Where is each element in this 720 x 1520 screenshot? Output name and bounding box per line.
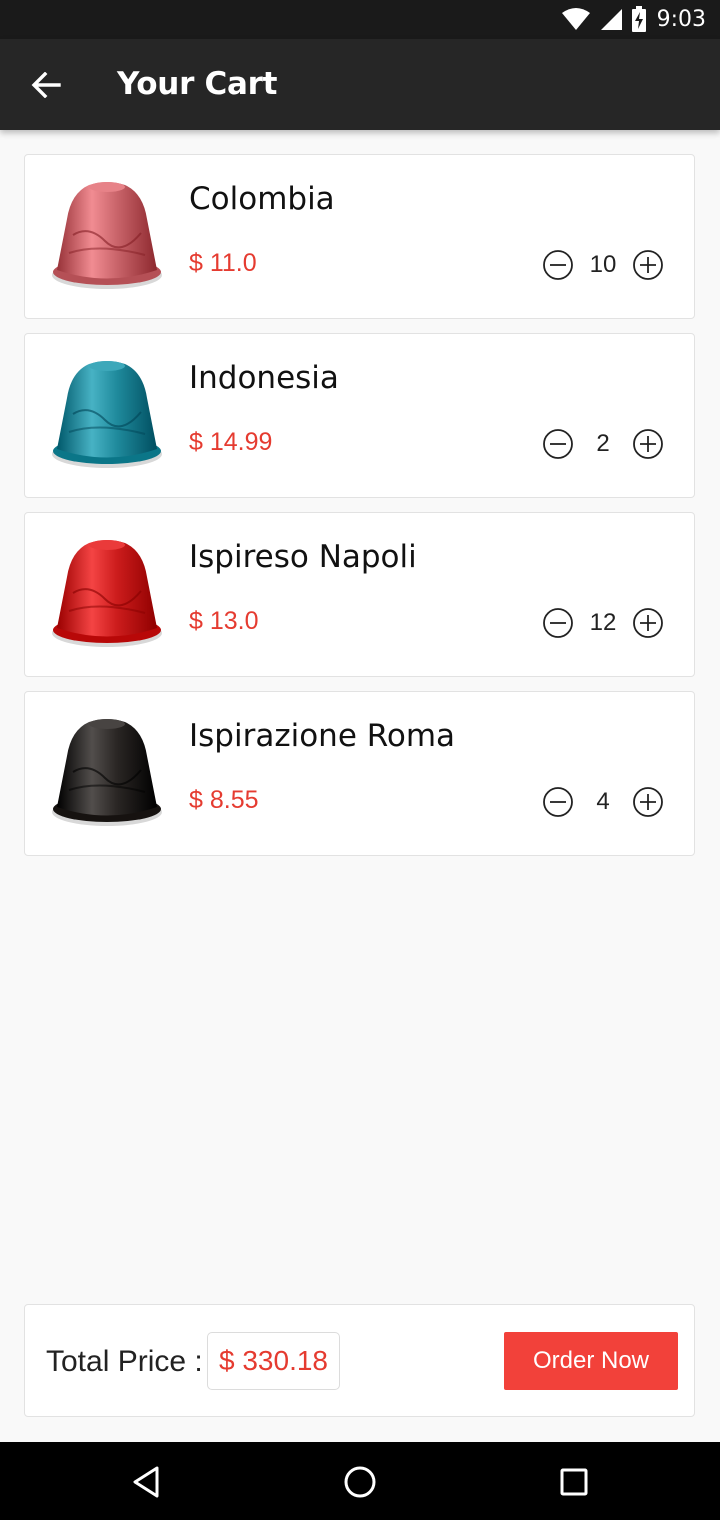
total-label: Total Price : [46,1345,203,1378]
nav-recents-button[interactable] [548,1456,600,1508]
total-value: $ 330.18 [207,1332,340,1390]
system-nav-bar [0,1442,720,1520]
decrease-button[interactable] [542,249,574,281]
item-price: $ 8.55 [189,786,259,814]
battery-charging-icon [631,6,646,32]
item-name: Indonesia [189,360,339,396]
home-circle-icon [344,1466,376,1498]
cart-item[interactable]: Indonesia $ 14.99 2 [24,333,695,498]
increase-button[interactable] [632,786,664,818]
quantity-stepper: 4 [542,786,664,818]
quantity-value: 10 [589,251,617,278]
decrease-button[interactable] [542,786,574,818]
minus-circle-icon [543,787,573,817]
capsule-image [52,182,162,289]
back-triangle-icon [133,1466,159,1498]
cart-item[interactable]: Ispireso Napoli $ 13.0 12 [24,512,695,677]
cart-list: Colombia $ 11.0 10 Indonesia $ 14.99 2 I… [24,154,695,870]
total-panel: Total Price : $ 330.18 Order Now [24,1304,695,1417]
back-button[interactable] [22,61,70,109]
cart-item[interactable]: Ispirazione Roma $ 8.55 4 [24,691,695,856]
increase-button[interactable] [632,428,664,460]
quantity-value: 2 [596,430,610,457]
plus-circle-icon [633,787,663,817]
arrow-back-icon [31,72,61,98]
minus-circle-icon [543,608,573,638]
minus-circle-icon [543,429,573,459]
nav-home-button[interactable] [334,1456,386,1508]
cart-item[interactable]: Colombia $ 11.0 10 [24,154,695,319]
item-name: Colombia [189,181,335,217]
item-name: Ispireso Napoli [189,539,417,575]
signal-icon [600,9,622,30]
quantity-value: 4 [596,788,610,815]
increase-button[interactable] [632,607,664,639]
status-bar: 9:03 [0,0,720,39]
capsule-image [52,361,162,468]
item-price: $ 14.99 [189,428,273,456]
capsule-image [52,540,162,647]
minus-circle-icon [543,250,573,280]
capsule-image [52,719,162,826]
plus-circle-icon [633,608,663,638]
item-name: Ispirazione Roma [189,718,456,754]
status-time: 9:03 [656,6,706,32]
recents-square-icon [560,1468,588,1496]
decrease-button[interactable] [542,428,574,460]
wifi-icon [561,8,590,30]
item-price: $ 13.0 [189,607,259,635]
plus-circle-icon [633,429,663,459]
item-price: $ 11.0 [189,249,257,277]
increase-button[interactable] [632,249,664,281]
page-title: Your Cart [117,66,278,102]
plus-circle-icon [633,250,663,280]
quantity-stepper: 10 [542,249,664,281]
order-now-button[interactable]: Order Now [504,1332,678,1390]
quantity-value: 12 [589,609,617,636]
quantity-stepper: 2 [542,428,664,460]
quantity-stepper: 12 [542,607,664,639]
status-icons: 9:03 [561,5,706,33]
app-bar: Your Cart [0,39,720,130]
nav-back-button[interactable] [120,1456,172,1508]
decrease-button[interactable] [542,607,574,639]
